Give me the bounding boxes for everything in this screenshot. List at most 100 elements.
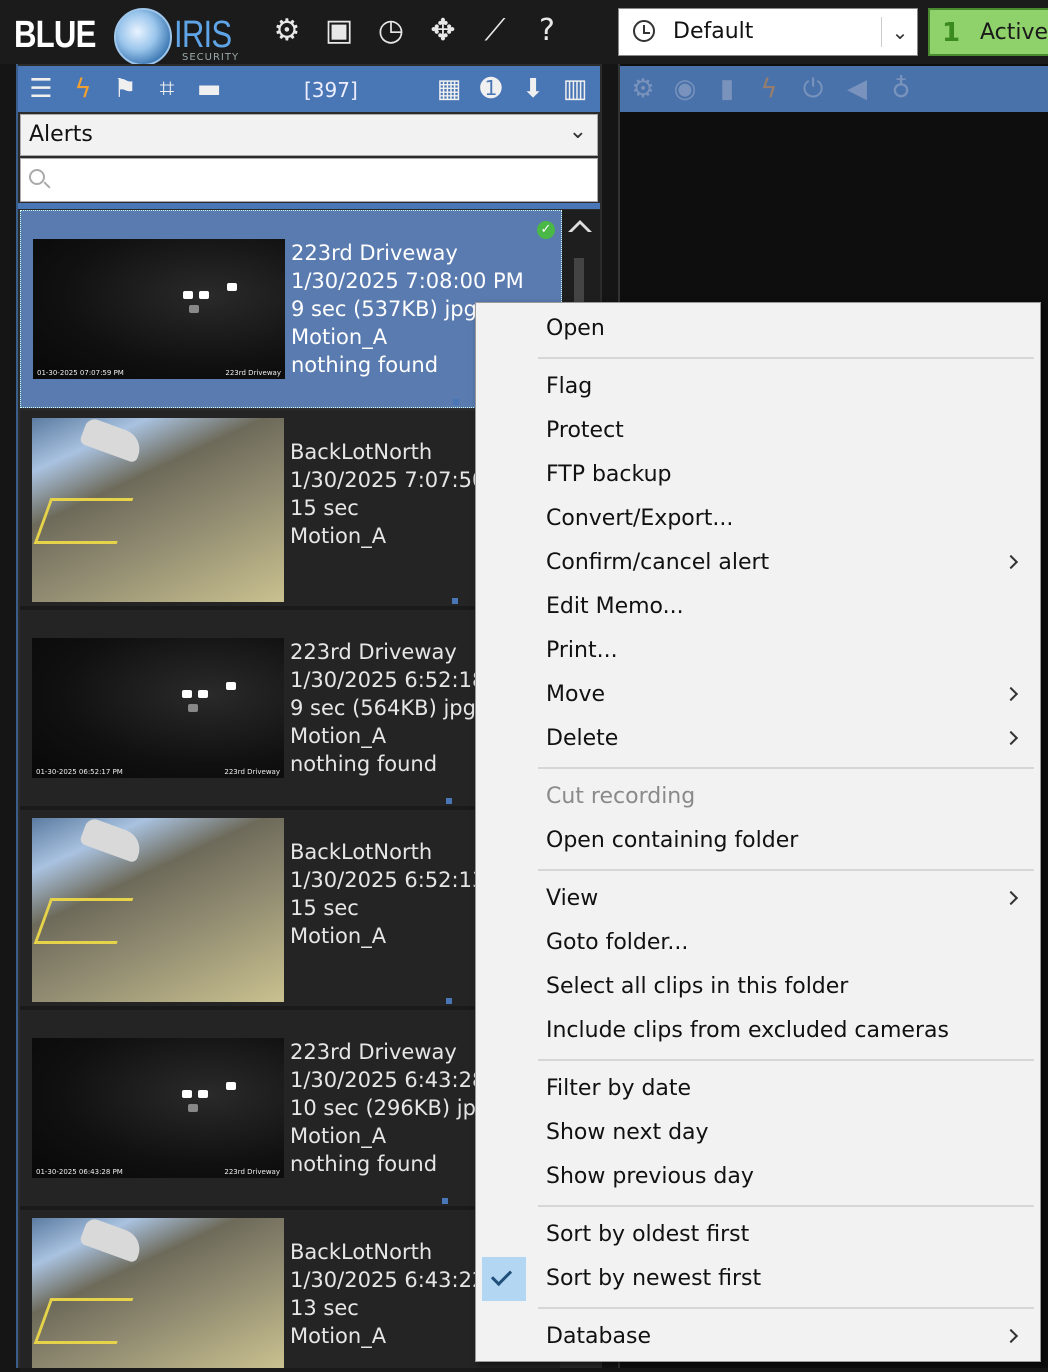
gear-icon[interactable]: ⚙ (626, 72, 660, 106)
chevron-down-icon[interactable]: ⌄ (881, 17, 918, 47)
lightning-icon[interactable]: ϟ (66, 72, 100, 106)
thumbnail-camera: 223rd Driveway (225, 369, 281, 377)
menu-item-database[interactable]: Database (476, 1315, 1040, 1359)
clip-result: nothing found (290, 1152, 438, 1176)
help-icon[interactable]: ? (528, 12, 566, 50)
menu-item-show-previous-day[interactable]: Show previous day (476, 1155, 1040, 1199)
camera-icon[interactable]: ◉ (668, 72, 702, 106)
menu-item-flag[interactable]: Flag (476, 365, 1040, 409)
download-icon[interactable]: ⬇ (516, 72, 550, 106)
menu-separator (538, 767, 1034, 769)
active-schedule-button[interactable]: 1 Active (928, 8, 1048, 56)
logo-security-text: SECURITY (182, 52, 240, 63)
menu-item-confirm-cancel-alert[interactable]: Confirm/cancel alert (476, 541, 1040, 585)
logo-globe-icon (114, 8, 172, 66)
thumbnail-timestamp: 01-30-2025 07:07:59 PM (37, 369, 124, 377)
context-menu: Open Flag Protect FTP backup Convert/Exp… (475, 302, 1041, 1362)
menu-item-edit-memo[interactable]: Edit Memo... (476, 585, 1040, 629)
list-icon[interactable]: ☰ (24, 72, 58, 106)
menu-item-goto-folder[interactable]: Goto folder... (476, 921, 1040, 965)
clip-trigger: Motion_A (290, 924, 387, 948)
clip-marker (446, 998, 452, 1004)
menu-item-protect[interactable]: Protect (476, 409, 1040, 453)
flag-icon[interactable]: ⚑ (108, 72, 142, 106)
thumbnail-camera: 223rd Driveway (224, 1168, 280, 1176)
clip-camera: BackLotNorth (290, 440, 433, 464)
clip-time: 1/30/2025 6:52:13 (290, 868, 486, 892)
menu-separator (538, 1059, 1034, 1061)
menu-item-select-all[interactable]: Select all clips in this folder (476, 965, 1040, 1009)
clip-trigger: Motion_A (290, 524, 387, 548)
thumbnail-camera: 223rd Driveway (224, 768, 280, 776)
menu-item-sort-newest[interactable]: Sort by newest first (476, 1257, 1040, 1301)
chevron-right-icon (1003, 1328, 1019, 1344)
clip-search[interactable] (20, 158, 598, 202)
menu-item-show-next-day[interactable]: Show next day (476, 1111, 1040, 1155)
clip-time: 1/30/2025 6:43:28 (290, 1068, 486, 1092)
menu-item-delete[interactable]: Delete (476, 717, 1040, 761)
film-icon[interactable]: ▣ (320, 12, 358, 50)
calendar-icon[interactable]: ▦ (432, 72, 466, 106)
clip-thumbnail (32, 418, 284, 602)
search-input[interactable] (55, 165, 589, 197)
clip-camera: 223rd Driveway (291, 241, 458, 265)
clip-meta: 15 sec (290, 896, 359, 920)
menu-item-filter-by-date[interactable]: Filter by date (476, 1067, 1040, 1111)
sort-icon[interactable]: ➊ (474, 72, 508, 106)
check-icon: ✓ (537, 221, 555, 239)
clip-marker (442, 1198, 448, 1204)
clip-meta: 13 sec (290, 1296, 359, 1320)
menu-item-open[interactable]: Open (476, 307, 1040, 351)
menu-item-view[interactable]: View (476, 877, 1040, 921)
clip-camera: BackLotNorth (290, 1240, 433, 1264)
active-number: 1 (942, 18, 961, 48)
clock-icon (633, 20, 655, 42)
clip-thumbnail: 01-30-2025 06:52:17 PM 223rd Driveway (32, 638, 284, 778)
microphone-icon[interactable]: ♁ (884, 72, 918, 106)
clock-icon[interactable]: ◷ (372, 12, 410, 50)
clip-time: 1/30/2025 6:52:18 (290, 668, 486, 692)
menu-item-ftp-backup[interactable]: FTP backup (476, 453, 1040, 497)
gear-icon[interactable]: ⚙ (268, 12, 306, 50)
clip-thumbnail (32, 818, 284, 1002)
top-bar: BLUE IRIS SECURITY ⚙ ▣ ◷ ✥ ⟋ ? Default ⌄… (0, 0, 1048, 66)
menu-item-cut-recording: Cut recording (546, 784, 696, 809)
menu-separator (538, 869, 1034, 871)
thumbnail-timestamp: 01-30-2025 06:43:28 PM (36, 1168, 123, 1176)
clip-thumbnail: 01-30-2025 07:07:59 PM 223rd Driveway (33, 239, 285, 379)
profile-dropdown[interactable]: Default ⌄ (618, 8, 918, 56)
profile-label: Default (673, 19, 754, 44)
chart-icon[interactable]: ⟋ (476, 12, 514, 50)
menu-separator (538, 357, 1034, 359)
power-icon[interactable]: ⏻ (796, 72, 830, 106)
mute-icon[interactable]: ◀ (840, 72, 874, 106)
clip-result: nothing found (290, 752, 438, 776)
menu-item-print[interactable]: Print... (476, 629, 1040, 673)
menu-item-convert-export[interactable]: Convert/Export... (476, 497, 1040, 541)
clip-filter-dropdown[interactable]: Alerts ⌄ (20, 114, 598, 156)
clips-scrollbar[interactable] (560, 210, 600, 318)
active-label: Active (980, 20, 1048, 45)
clip-trigger: Motion_A (290, 1124, 387, 1148)
map-icon[interactable]: ▥ (558, 72, 592, 106)
move-icon[interactable]: ✥ (424, 12, 462, 50)
chevron-right-icon (1003, 730, 1019, 746)
menu-item-move[interactable]: Move (476, 673, 1040, 717)
menu-separator (538, 1205, 1034, 1207)
chevron-right-icon (1003, 890, 1019, 906)
folder-icon[interactable]: ▬ (192, 72, 226, 106)
scroll-up-icon[interactable] (568, 220, 592, 232)
lightning-icon[interactable]: ϟ (752, 72, 786, 106)
search-icon (29, 169, 45, 185)
clip-marker (453, 399, 459, 405)
menu-item-include-excluded[interactable]: Include clips from excluded cameras (476, 1009, 1040, 1053)
clip-time: 1/30/2025 6:43:22 (290, 1268, 486, 1292)
menu-item-sort-oldest[interactable]: Sort by oldest first (476, 1213, 1040, 1257)
menu-separator (538, 1307, 1034, 1309)
clip-trigger: Motion_A (290, 1324, 387, 1348)
main-toolbar: ⚙ ▣ ◷ ✥ ⟋ ? (268, 12, 566, 50)
chevron-right-icon (1003, 554, 1019, 570)
menu-item-open-containing-folder[interactable]: Open containing folder (476, 819, 1040, 863)
crop-icon[interactable]: ⌗ (150, 72, 184, 106)
video-icon[interactable]: ▮ (710, 72, 744, 106)
